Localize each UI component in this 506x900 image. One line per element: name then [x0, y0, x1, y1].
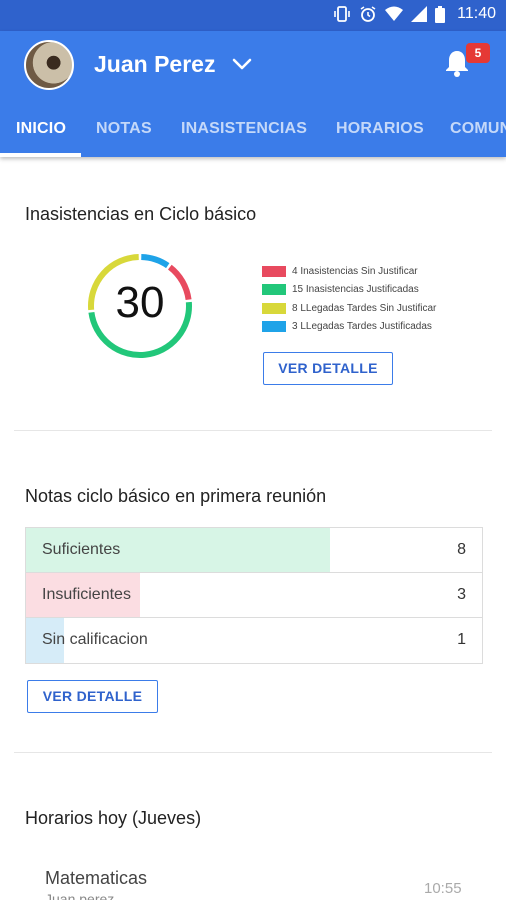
schedule-teacher: Juan perez: [45, 891, 115, 900]
absences-legend: 4 Inasistencias Sin Justificar 15 Inasis…: [262, 262, 436, 336]
battery-icon: [435, 5, 446, 23]
legend-swatch: [262, 321, 286, 333]
grade-row[interactable]: Insuficientes 3: [26, 573, 482, 618]
grade-row[interactable]: Suficientes 8: [26, 528, 482, 573]
legend-item: 15 Inasistencias Justificadas: [262, 281, 436, 300]
divider: [14, 752, 492, 753]
tab-notas[interactable]: NOTAS: [96, 120, 152, 138]
legend-item: 8 LLegadas Tardes Sin Justificar: [262, 299, 436, 318]
legend-label: 8 LLegadas Tardes Sin Justificar: [292, 302, 437, 314]
legend-label: 3 LLegadas Tardes Justificadas: [292, 321, 432, 333]
tab-inasistencias[interactable]: INASISTENCIAS: [181, 120, 307, 138]
grade-label: Insuficientes: [42, 586, 131, 603]
wifi-icon: [385, 6, 404, 22]
absences-title: Inasistencias en Ciclo básico: [25, 204, 257, 224]
legend-label: 4 Inasistencias Sin Justificar: [292, 265, 418, 277]
status-bar: 11:40: [0, 0, 506, 31]
tab-inicio[interactable]: INICIO: [16, 120, 66, 138]
app-bar: Juan Perez 5 INICIO NOTAS INASISTENCIAS …: [0, 31, 506, 157]
legend-item: 4 Inasistencias Sin Justificar: [262, 262, 436, 281]
schedule-time: 10:55: [424, 880, 462, 897]
legend-item: 3 LLegadas Tardes Justificadas: [262, 318, 436, 337]
status-icons: 11:40: [333, 5, 496, 23]
absences-detail-button[interactable]: VER DETALLE: [263, 352, 393, 385]
user-name[interactable]: Juan Perez: [94, 51, 215, 78]
notification-badge[interactable]: 5: [466, 43, 490, 63]
legend-label: 15 Inasistencias Justificadas: [292, 284, 419, 296]
legend-swatch: [262, 265, 286, 277]
divider: [14, 430, 492, 431]
avatar[interactable]: [24, 40, 74, 90]
vibrate-icon: [333, 5, 351, 23]
grade-count: 8: [457, 541, 466, 558]
legend-swatch: [262, 284, 286, 296]
legend-swatch: [262, 302, 286, 314]
schedule-title: Horarios hoy (Jueves): [25, 808, 202, 828]
alarm-icon: [359, 5, 377, 23]
tab-indicator: [0, 153, 81, 157]
tab-comunicados[interactable]: COMUN: [450, 120, 506, 138]
grade-count: 1: [457, 631, 466, 648]
chevron-down-icon[interactable]: [232, 57, 252, 76]
tab-bar: INICIO NOTAS INASISTENCIAS HORARIOS COMU…: [0, 116, 506, 157]
grades-table: Suficientes 8 Insuficientes 3 Sin califi…: [25, 527, 483, 664]
absences-total: 30: [115, 278, 165, 327]
grades-title: Notas ciclo básico en primera reunión: [25, 486, 327, 506]
grades-detail-button[interactable]: VER DETALLE: [27, 680, 158, 713]
grade-row[interactable]: Sin calificacion 1: [26, 618, 482, 663]
grade-label: Suficientes: [42, 541, 121, 558]
grade-count: 3: [457, 586, 466, 603]
donut-segment: [141, 254, 170, 269]
tab-horarios[interactable]: HORARIOS: [336, 120, 424, 138]
grade-label: Sin calificacion: [42, 631, 148, 648]
status-time: 11:40: [457, 5, 496, 22]
schedule-subject[interactable]: Matematicas: [45, 868, 147, 889]
signal-icon: [411, 6, 428, 22]
